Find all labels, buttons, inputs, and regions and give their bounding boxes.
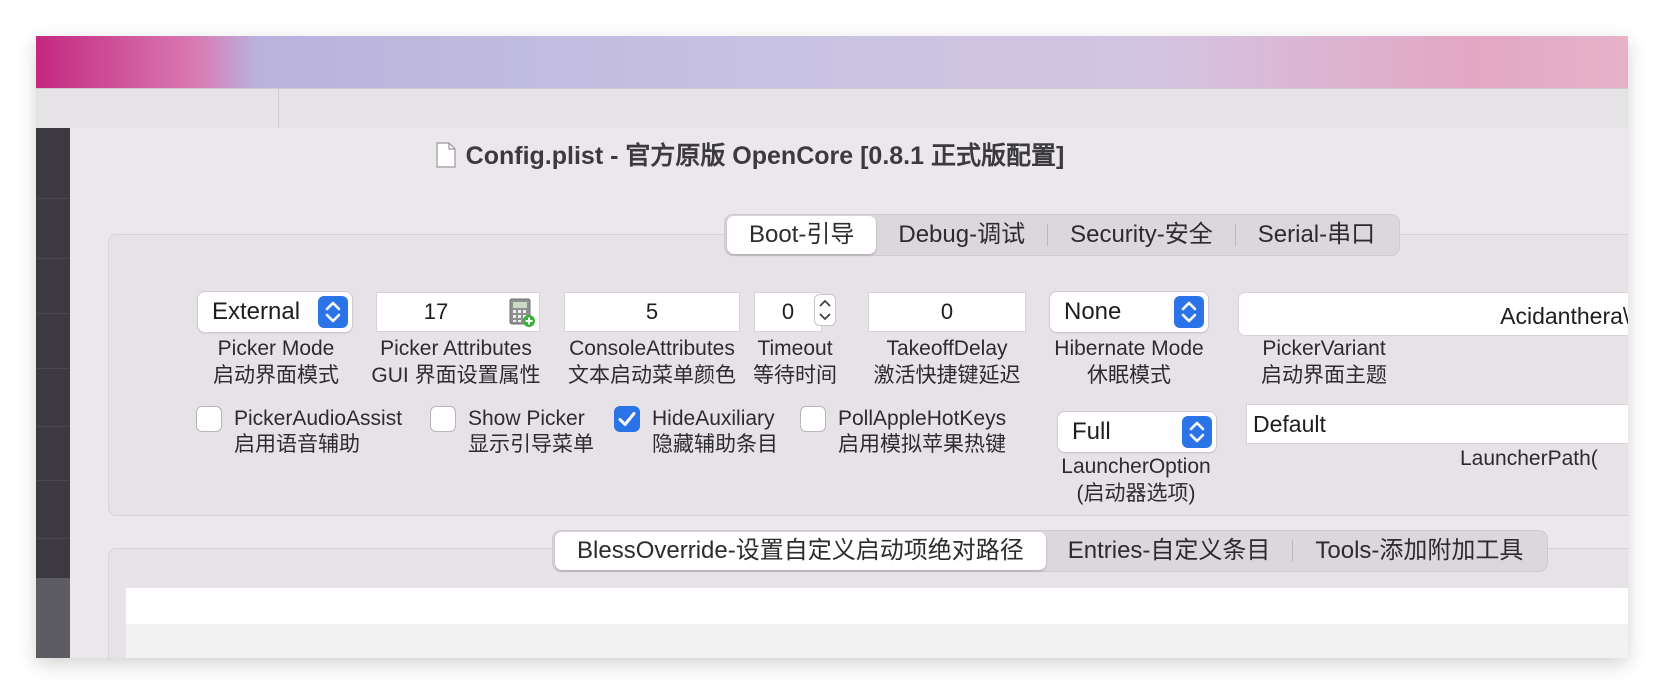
chevron-updown-icon bbox=[1182, 416, 1212, 448]
launcher-option-value: Full bbox=[1072, 418, 1111, 445]
tab-boot[interactable]: Boot-引导 bbox=[727, 216, 877, 254]
hibernate-mode-value: None bbox=[1064, 298, 1122, 325]
console-attributes-label-cn: 文本启动菜单颜色 bbox=[568, 364, 736, 387]
list-item[interactable] bbox=[126, 624, 1628, 658]
picker-variant-label: PickerVariant bbox=[1262, 337, 1386, 360]
picker-mode-label: Picker Mode bbox=[217, 337, 335, 360]
show-picker-label: Show Picker bbox=[468, 407, 585, 430]
calculator-icon[interactable] bbox=[509, 298, 535, 328]
tab-debug[interactable]: Debug-调试 bbox=[876, 216, 1047, 254]
picker-attributes-label: Picker Attributes bbox=[380, 337, 532, 360]
top-tab-bar: Boot-引导 Debug-调试 Security-安全 Serial-串口 bbox=[724, 214, 1401, 256]
picker-audio-assist-label: PickerAudioAssist bbox=[234, 407, 403, 430]
sidebar-divider bbox=[36, 198, 70, 199]
takeoff-delay-label: TakeoffDelay bbox=[886, 337, 1008, 360]
picker-attributes-label-cn: GUI 界面设置属性 bbox=[371, 364, 541, 387]
sidebar-divider bbox=[36, 426, 70, 427]
picker-mode-label-cn: 启动界面模式 bbox=[213, 364, 339, 387]
doc-icon bbox=[436, 132, 456, 168]
show-picker-label-cn: 显示引导菜单 bbox=[468, 433, 594, 456]
poll-apple-hotkeys-label: PollAppleHotKeys bbox=[838, 407, 1007, 430]
poll-apple-hotkeys-checkbox[interactable] bbox=[800, 406, 826, 432]
desktop-wallpaper bbox=[36, 36, 1628, 88]
picker-mode-select[interactable]: External bbox=[198, 292, 352, 332]
poll-apple-hotkeys-label-cn: 启用模拟苹果热键 bbox=[838, 433, 1006, 456]
tab-tools[interactable]: Tools-添加附加工具 bbox=[1293, 532, 1545, 570]
launcher-option-select[interactable]: Full bbox=[1058, 412, 1216, 452]
screenshot-frame: Config.plist - 官方原版 OpenCore [0.8.1 正式版配… bbox=[36, 36, 1628, 658]
hide-auxiliary-label-cn: 隐藏辅助条目 bbox=[652, 433, 778, 456]
hide-auxiliary-label: HideAuxiliary bbox=[652, 407, 775, 430]
picker-variant-value: Acidanthera\Cl bbox=[1500, 303, 1628, 329]
launcher-option-label: LauncherOption bbox=[1061, 455, 1211, 478]
stepper-icon[interactable] bbox=[814, 294, 836, 326]
hide-auxiliary-checkbox[interactable] bbox=[614, 406, 640, 432]
sidebar-divider bbox=[36, 313, 70, 314]
show-picker-checkbox[interactable] bbox=[430, 406, 456, 432]
tab-security[interactable]: Security-安全 bbox=[1048, 216, 1235, 254]
sidebar-divider bbox=[36, 258, 70, 259]
background-sidebar bbox=[36, 128, 70, 658]
hibernate-mode-select[interactable]: None bbox=[1050, 292, 1208, 332]
picker-attributes-value: 17 bbox=[423, 299, 449, 324]
window-title: Config.plist - 官方原版 OpenCore [0.8.1 正式版配… bbox=[70, 128, 1430, 180]
console-attributes-field[interactable]: 5 bbox=[564, 292, 740, 332]
bottom-tab-bar: BlessOverride-设置自定义启动项绝对路径 Entries-自定义条目… bbox=[552, 530, 1549, 572]
tab-bless-override[interactable]: BlessOverride-设置自定义启动项绝对路径 bbox=[555, 532, 1046, 570]
hibernate-mode-label: Hibernate Mode bbox=[1054, 337, 1204, 360]
timeout-label: Timeout bbox=[757, 337, 833, 360]
picker-variant-label-cn: 启动界面主题 bbox=[1261, 364, 1387, 387]
picker-attributes-field[interactable]: 17 bbox=[376, 292, 540, 332]
window-title-text: Config.plist - 官方原版 OpenCore [0.8.1 正式版配… bbox=[465, 142, 1065, 170]
picker-variant-field[interactable]: Acidanthera\Cl bbox=[1238, 292, 1628, 336]
picker-audio-assist-label-cn: 启用语音辅助 bbox=[234, 433, 360, 456]
config-window: Config.plist - 官方原版 OpenCore [0.8.1 正式版配… bbox=[70, 128, 1628, 658]
sidebar-selected-row bbox=[36, 578, 70, 658]
picker-audio-assist-checkbox[interactable] bbox=[196, 406, 222, 432]
launcher-option-label-cn: (启动器选项) bbox=[1076, 482, 1196, 505]
tab-serial[interactable]: Serial-串口 bbox=[1236, 216, 1397, 254]
timeout-label-cn: 等待时间 bbox=[753, 364, 837, 387]
takeoff-delay-label-cn: 激活快捷键延迟 bbox=[873, 364, 1021, 387]
sidebar-divider bbox=[36, 538, 70, 539]
timeout-field[interactable]: 0 bbox=[754, 292, 822, 332]
hibernate-mode-label-cn: 休眠模式 bbox=[1087, 364, 1171, 387]
chevron-updown-icon bbox=[318, 296, 348, 328]
launcher-path-label: LauncherPath( bbox=[1460, 447, 1598, 470]
sidebar-divider bbox=[36, 368, 70, 369]
picker-mode-value: External bbox=[212, 298, 301, 325]
checkmark-icon bbox=[618, 412, 636, 426]
tab-entries[interactable]: Entries-自定义条目 bbox=[1046, 532, 1293, 570]
chevron-updown-icon bbox=[1174, 296, 1204, 328]
launcher-path-field[interactable]: Default bbox=[1246, 404, 1628, 444]
sidebar-divider bbox=[36, 480, 70, 481]
bless-override-list[interactable] bbox=[126, 588, 1628, 658]
console-attributes-label: ConsoleAttributes bbox=[569, 337, 735, 360]
takeoff-delay-field[interactable]: 0 bbox=[868, 292, 1026, 332]
